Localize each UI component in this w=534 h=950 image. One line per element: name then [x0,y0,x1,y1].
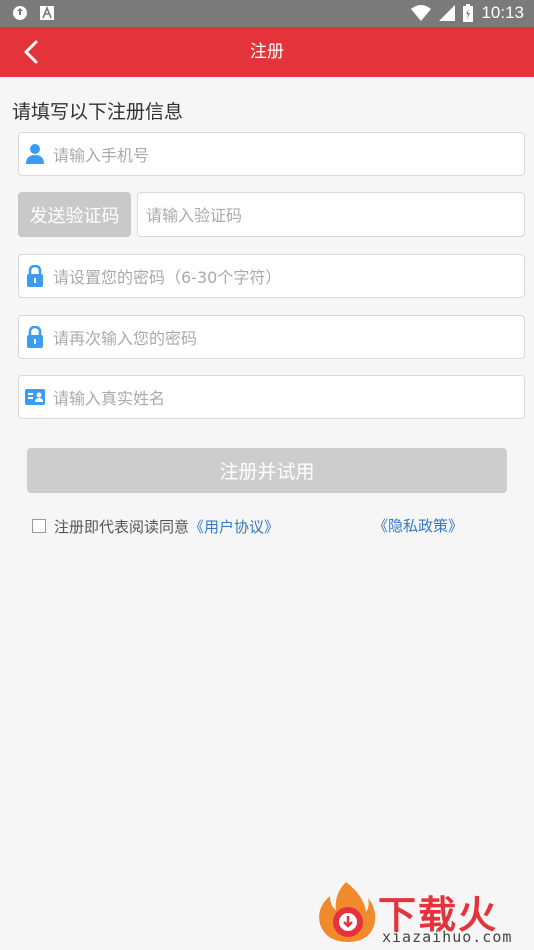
user-agreement-link[interactable]: 《用户协议》 [189,516,279,537]
phone-field [18,132,525,177]
page-title: 注册 [250,42,284,62]
form-heading: 请填写以下注册信息 [12,101,184,123]
watermark-domain: xiazaihuo.com [382,928,513,946]
password-input[interactable] [51,255,518,299]
agreement-text: 注册即代表阅读同意 [54,517,190,536]
register-button[interactable]: 注册并试用 [27,448,507,493]
send-code-button[interactable]: 发送验证码 [18,192,131,237]
watermark-logo: 下载火 xiazaihuo.com [316,880,530,946]
lock-icon [27,326,43,348]
flame-logo-icon [319,882,376,942]
battery-icon [463,4,474,22]
signal-icon [439,5,456,21]
id-card-icon [25,389,45,405]
password-field [18,254,525,299]
sync-icon [13,6,27,20]
agreement-row: 注册即代表阅读同意 《用户协议》 [32,516,279,536]
status-time: 10:13 [481,3,524,22]
code-field [137,192,525,237]
lock-icon [27,265,43,287]
app-bar: 注册 [0,27,534,77]
phone-input[interactable] [51,133,518,177]
name-field [18,375,525,420]
confirm-password-input[interactable] [51,316,518,360]
privacy-policy-link[interactable]: 《隐私政策》 [373,516,463,536]
confirm-password-field [18,315,525,360]
name-input[interactable] [51,376,518,420]
user-icon [26,144,44,164]
status-bar: 10:13 [0,0,534,27]
app-a-icon [40,6,54,20]
code-input[interactable] [144,193,518,237]
wifi-icon [411,5,432,21]
agreement-checkbox[interactable] [32,519,46,533]
